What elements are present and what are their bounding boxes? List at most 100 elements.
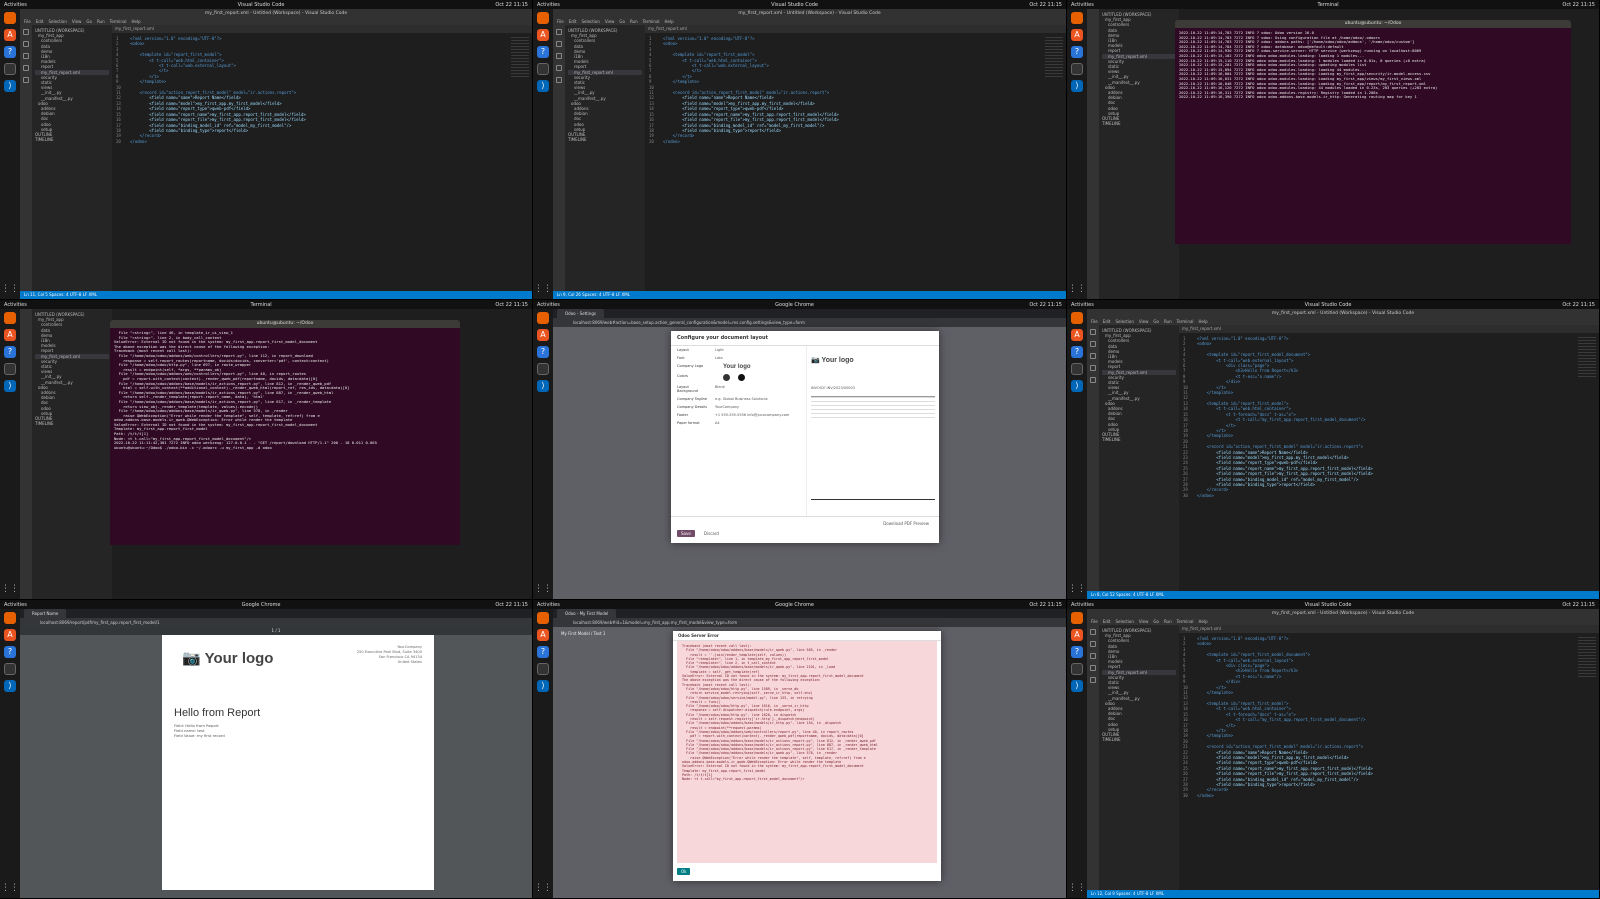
apps-grid-icon[interactable]: ⋮⋮ (534, 883, 552, 893)
menu-item[interactable]: Terminal (643, 18, 660, 25)
code-line[interactable]: 20 </odoo> (116, 139, 532, 144)
ok-button[interactable]: Ok (677, 868, 691, 875)
debug-icon[interactable] (556, 65, 562, 71)
browser-tab[interactable]: Odoo - My First Model (557, 609, 617, 618)
menu-item[interactable]: Run (630, 18, 638, 25)
menu-item[interactable]: Help (665, 18, 674, 25)
firefox-icon[interactable] (537, 12, 549, 24)
debug-icon[interactable] (1090, 665, 1096, 671)
files-icon[interactable] (1090, 629, 1096, 635)
explorer-item[interactable]: TIMELINE (1102, 737, 1176, 742)
menu-item[interactable]: Go (1153, 318, 1159, 325)
code-line[interactable]: 30 </odoo> (1183, 493, 1599, 498)
help-icon[interactable]: ? (1071, 346, 1083, 358)
field-value[interactable]: Light (715, 348, 724, 352)
minimap[interactable] (1578, 637, 1596, 677)
firefox-icon[interactable] (1071, 12, 1083, 24)
menu-item[interactable]: Go (86, 18, 92, 25)
menu-item[interactable]: Selection (48, 18, 66, 25)
extensions-icon[interactable] (556, 77, 562, 83)
apps-grid-icon[interactable]: ⋮⋮ (1, 584, 19, 594)
code-line[interactable]: 30 </odoo> (1183, 793, 1599, 798)
menu-item[interactable]: View (1139, 318, 1149, 325)
software-icon[interactable]: A (1071, 629, 1083, 641)
help-icon[interactable]: ? (4, 646, 16, 658)
menu-item[interactable]: Help (1199, 318, 1208, 325)
editor[interactable]: my_first_report.xml 1 <?xml version="1.0"… (1179, 625, 1599, 890)
activities-label[interactable]: Activities (4, 2, 27, 8)
activities-label[interactable]: Activities (4, 302, 27, 308)
browser-tab[interactable]: Odoo - Settings (557, 309, 604, 318)
terminal-icon[interactable] (4, 363, 16, 375)
files-icon[interactable] (23, 29, 29, 35)
explorer-item[interactable]: TIMELINE (1102, 437, 1176, 442)
apps-grid-icon[interactable]: ⋮⋮ (1068, 284, 1086, 294)
save-button[interactable]: Save (677, 530, 695, 537)
files-icon[interactable] (556, 29, 562, 35)
explorer-item[interactable]: TIMELINE (35, 421, 109, 426)
source-control-icon[interactable] (556, 53, 562, 59)
activities-label[interactable]: Activities (1071, 602, 1094, 608)
activities-label[interactable]: Activities (537, 2, 560, 8)
source-control-icon[interactable] (1090, 353, 1096, 359)
software-icon[interactable]: A (537, 29, 549, 41)
apps-grid-icon[interactable]: ⋮⋮ (1068, 584, 1086, 594)
terminal-icon[interactable] (537, 63, 549, 75)
help-icon[interactable]: ? (4, 346, 16, 358)
software-icon[interactable]: A (537, 329, 549, 341)
editor-tab[interactable]: my_first_report.xml (1179, 325, 1599, 333)
source-control-icon[interactable] (1090, 653, 1096, 659)
menu-item[interactable]: Run (1164, 618, 1172, 625)
terminal-output[interactable]: File "<string>", line 46, in template_ir… (110, 328, 460, 453)
menu-item[interactable]: Selection (1115, 318, 1133, 325)
activities-label[interactable]: Activities (4, 602, 27, 608)
error-traceback[interactable]: Traceback (most recent call last): File … (677, 641, 937, 863)
activities-label[interactable]: Activities (537, 302, 560, 308)
company-logo-preview[interactable]: Your logo (723, 364, 751, 370)
vscode-icon[interactable]: ⟩ (4, 80, 16, 92)
search-icon[interactable] (1090, 641, 1096, 647)
terminal-icon[interactable] (1071, 363, 1083, 375)
activities-label[interactable]: Activities (1071, 2, 1094, 8)
field-value[interactable]: +1 555-555-5556 info@yourcompany.com (715, 413, 789, 417)
menu-item[interactable]: Selection (1115, 618, 1133, 625)
terminal-icon[interactable] (537, 363, 549, 375)
menu-item[interactable]: Help (1199, 618, 1208, 625)
color-swatch[interactable] (738, 374, 745, 381)
vscode-icon[interactable]: ⟩ (1071, 680, 1083, 692)
code-area[interactable]: 1 <?xml version="1.0" encoding="UTF-8"?> 2… (1179, 633, 1599, 798)
code-area[interactable]: 1 <?xml version="1.0" encoding="UTF-8"?> 2… (645, 33, 1066, 144)
field-value[interactable]: YourCompany (715, 405, 739, 409)
menu-item[interactable]: File (1091, 618, 1098, 625)
apps-grid-icon[interactable]: ⋮⋮ (1, 284, 19, 294)
menu-item[interactable]: Help (132, 18, 141, 25)
field-value[interactable]: e.g. Global Business Solutions (715, 397, 768, 401)
debug-icon[interactable] (23, 65, 29, 71)
editor[interactable]: my_first_report.xml 1 <?xml version="1.0"… (645, 25, 1066, 291)
firefox-icon[interactable] (4, 612, 16, 624)
firefox-icon[interactable] (537, 312, 549, 324)
vscode-icon[interactable]: ⟩ (4, 380, 16, 392)
field-value[interactable]: Blank (715, 385, 725, 393)
software-icon[interactable]: A (4, 329, 16, 341)
software-icon[interactable]: A (1071, 329, 1083, 341)
menu-item[interactable]: Selection (581, 18, 599, 25)
vscode-icon[interactable]: ⟩ (4, 680, 16, 692)
menu-item[interactable]: Run (97, 18, 105, 25)
search-icon[interactable] (23, 41, 29, 47)
menu-item[interactable]: View (605, 18, 615, 25)
browser-tab[interactable]: Report Name (24, 609, 67, 618)
editor-tab[interactable]: my_first_report.xml (112, 25, 532, 33)
help-icon[interactable]: ? (1071, 46, 1083, 58)
code-area[interactable]: 1 <?xml version="1.0" encoding="UTF-8"?> 2… (112, 33, 532, 144)
activities-label[interactable]: Activities (537, 602, 560, 608)
software-icon[interactable]: A (1071, 29, 1083, 41)
explorer-item[interactable]: TIMELINE (568, 137, 642, 142)
source-control-icon[interactable] (23, 53, 29, 59)
address-bar[interactable]: localhost:8069/web#action=base_setup.act… (553, 318, 1066, 327)
minimap[interactable] (1045, 37, 1063, 77)
terminal-window[interactable]: ubuntu@ubuntu: ~/Odoo 2022-10-22 11:09:1… (1175, 20, 1571, 244)
menu-item[interactable]: Terminal (1177, 318, 1194, 325)
software-icon[interactable]: A (537, 629, 549, 641)
minimap[interactable] (511, 37, 529, 77)
